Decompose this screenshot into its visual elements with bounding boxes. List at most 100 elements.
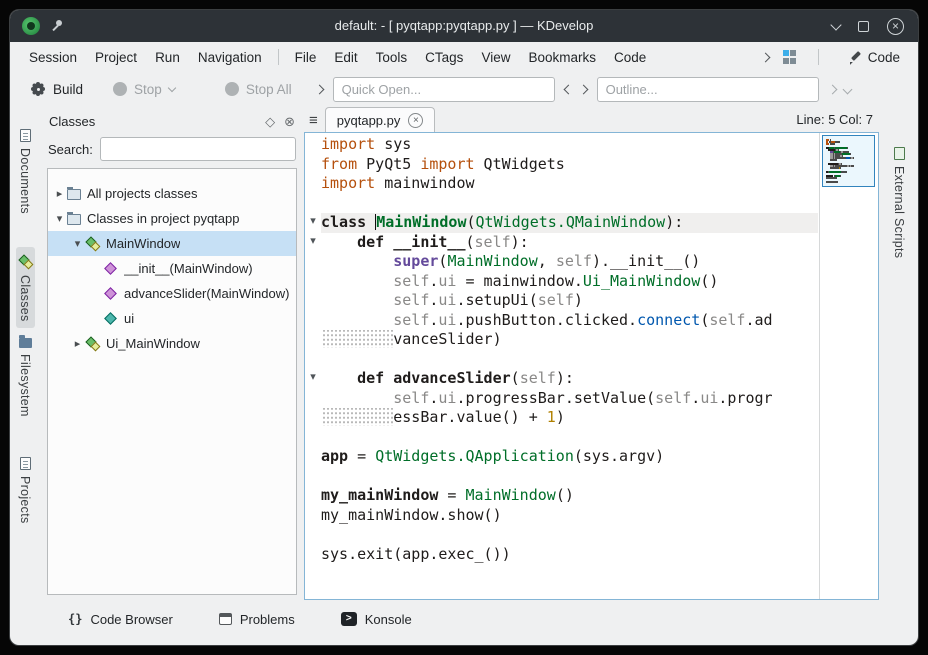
- fold-arrow-icon[interactable]: ▾: [305, 233, 321, 253]
- code-line[interactable]: sys.exit(app.exec_()): [321, 545, 818, 565]
- code-token: vanceSlider): [393, 330, 501, 348]
- minimap-scrollbar[interactable]: [819, 133, 878, 599]
- code-line[interactable]: [321, 428, 818, 448]
- outline-dropdown-icon[interactable]: [842, 84, 852, 94]
- stop-button[interactable]: Stop: [105, 78, 183, 101]
- minimize-icon[interactable]: [830, 19, 841, 30]
- code-line[interactable]: self.ui = mainwindow.Ui_MainWindow(): [321, 272, 818, 292]
- dock-tab-classes[interactable]: Classes: [16, 247, 35, 329]
- code-token: ui: [438, 389, 456, 407]
- tree-item-label: ui: [124, 311, 134, 326]
- code-token: = mainwindow.: [456, 272, 582, 290]
- tree-item-classes-in-project-pyqtapp[interactable]: ▾Classes in project pyqtapp: [48, 206, 296, 231]
- expander-collapsed-icon[interactable]: ▸: [70, 337, 85, 350]
- nav-back-icon[interactable]: [563, 84, 573, 94]
- menu-item-file[interactable]: File: [286, 46, 326, 69]
- code-line[interactable]: import sys: [321, 135, 818, 155]
- code-token: MainWindow: [466, 486, 556, 504]
- code-line[interactable]: from PyQt5 import QtWidgets: [321, 155, 818, 175]
- code-token: MainWindow: [376, 213, 466, 231]
- outline-input[interactable]: [597, 77, 819, 102]
- gutter-cell: [305, 545, 321, 565]
- code-line[interactable]: [321, 194, 818, 214]
- gutter-cell: [305, 330, 321, 350]
- code-line[interactable]: essBar.value() + 1): [321, 408, 818, 428]
- document-list-icon[interactable]: ≡: [309, 113, 318, 128]
- pin-icon[interactable]: [50, 19, 64, 33]
- dock-tab-external-scripts[interactable]: External Scripts: [890, 140, 908, 265]
- dock-tab-label: External Scripts: [892, 166, 906, 258]
- stop-all-icon: [225, 82, 239, 96]
- code-line[interactable]: def __init__(self):: [321, 233, 818, 253]
- code-line[interactable]: my_mainWindow = MainWindow(): [321, 486, 818, 506]
- dock-tab-filesystem[interactable]: Filesystem: [16, 328, 34, 424]
- detach-panel-icon[interactable]: ◇: [265, 115, 275, 128]
- tree-item-ui-mainwindow[interactable]: ▸Ui_MainWindow: [48, 331, 296, 356]
- plasma-grid-icon[interactable]: [783, 50, 797, 64]
- tree-item-all-projects-classes[interactable]: ▸All projects classes: [48, 181, 296, 206]
- code-line[interactable]: class MainWindow(QtWidgets.QMainWindow):: [321, 213, 818, 233]
- code-line[interactable]: self.ui.pushButton.clicked.connect(self.…: [321, 311, 818, 331]
- code-toolbar-button[interactable]: Code: [840, 47, 908, 68]
- code-editor[interactable]: ▾▾▾ import sysfrom PyQt5 import QtWidget…: [304, 132, 879, 600]
- code-token: self: [520, 369, 556, 387]
- menu-item-tools[interactable]: Tools: [367, 46, 417, 69]
- dock-tab-label: Projects: [18, 476, 32, 524]
- stop-all-button[interactable]: Stop All: [217, 78, 300, 101]
- dock-tab-projects[interactable]: Projects: [16, 450, 34, 531]
- code-line[interactable]: self.ui.progressBar.setValue(self.ui.pro…: [321, 389, 818, 409]
- close-icon[interactable]: ×: [887, 18, 904, 35]
- quick-open-input[interactable]: [333, 77, 555, 102]
- menu-item-run[interactable]: Run: [146, 46, 189, 69]
- expander-expanded-icon[interactable]: ▾: [52, 212, 67, 225]
- expander-expanded-icon[interactable]: ▾: [70, 237, 85, 250]
- code-token: connect: [637, 311, 700, 329]
- fold-arrow-icon[interactable]: ▾: [305, 213, 321, 233]
- tree-item-mainwindow[interactable]: ▾MainWindow: [48, 231, 296, 256]
- code-line[interactable]: self.ui.setupUi(self): [321, 291, 818, 311]
- classes-tree: ▸All projects classes▾Classes in project…: [47, 168, 297, 595]
- code-line[interactable]: vanceSlider): [321, 330, 818, 350]
- code-line[interactable]: [321, 525, 818, 545]
- maximize-icon[interactable]: [858, 21, 869, 32]
- menu-item-code[interactable]: Code: [605, 46, 655, 69]
- outline-next-icon[interactable]: [827, 84, 837, 94]
- menu-item-bookmarks[interactable]: Bookmarks: [519, 46, 605, 69]
- tree-item--init-mainwindow-[interactable]: __init__(MainWindow): [48, 256, 296, 281]
- stop-dropdown-icon[interactable]: [168, 83, 176, 91]
- gutter-cell: [305, 291, 321, 311]
- code-line[interactable]: [321, 350, 818, 370]
- expander-collapsed-icon[interactable]: ▸: [52, 187, 67, 200]
- build-button[interactable]: Build: [22, 77, 91, 101]
- menu-item-ctags[interactable]: CTags: [416, 46, 472, 69]
- code-line[interactable]: def advanceSlider(self):: [321, 369, 818, 389]
- menu-item-view[interactable]: View: [472, 46, 519, 69]
- tree-item-ui[interactable]: ui: [48, 306, 296, 331]
- editor-tab-pyqtapp[interactable]: pyqtapp.py ×: [325, 107, 436, 133]
- menu-item-session[interactable]: Session: [20, 46, 86, 69]
- menu-overflow-icon[interactable]: [760, 52, 770, 62]
- bottom-tab-problems[interactable]: Problems: [213, 608, 301, 631]
- code-area[interactable]: import sysfrom PyQt5 import QtWidgetsimp…: [321, 133, 818, 599]
- fold-arrow-icon[interactable]: ▾: [305, 369, 321, 389]
- search-input[interactable]: [100, 137, 296, 161]
- code-line[interactable]: super(MainWindow, self).__init__(): [321, 252, 818, 272]
- dock-tab-documents[interactable]: Documents: [16, 122, 34, 221]
- bottom-tab-konsole[interactable]: >Konsole: [335, 608, 418, 631]
- code-line[interactable]: import mainwindow: [321, 174, 818, 194]
- nav-forward-icon[interactable]: [578, 84, 588, 94]
- menu-item-project[interactable]: Project: [86, 46, 146, 69]
- toolbar-expand-icon[interactable]: [314, 84, 324, 94]
- code-line[interactable]: [321, 467, 818, 487]
- code-token: .ad: [745, 311, 772, 329]
- close-panel-icon[interactable]: ⊗: [284, 115, 295, 128]
- minimap-viewport[interactable]: [822, 135, 875, 187]
- menu-item-edit[interactable]: Edit: [325, 46, 366, 69]
- menu-item-navigation[interactable]: Navigation: [189, 46, 271, 69]
- tree-item-advanceslider-mainwindow-[interactable]: advanceSlider(MainWindow): [48, 281, 296, 306]
- titlebar[interactable]: default: - [ pyqtapp:pyqtapp.py ] — KDev…: [10, 10, 918, 42]
- code-line[interactable]: my_mainWindow.show(): [321, 506, 818, 526]
- code-line[interactable]: app = QtWidgets.QApplication(sys.argv): [321, 447, 818, 467]
- bottom-tab-code-browser[interactable]: {}Code Browser: [62, 608, 179, 631]
- tab-close-icon[interactable]: ×: [408, 113, 423, 128]
